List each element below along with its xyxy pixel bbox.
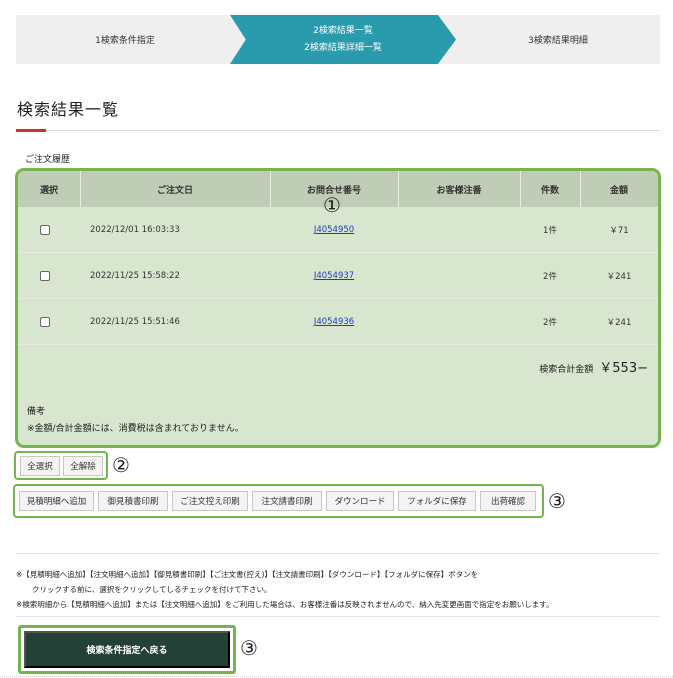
order-history-label: ご注文履歴 <box>25 155 71 165</box>
step-search-conditions: 1検索条件指定 <box>95 36 155 46</box>
table-row: 2022/11/25 15:51:46 J4054936 2件 ￥241 <box>18 299 658 345</box>
add-to-quote-button[interactable]: 見積明細へ追加 <box>19 491 94 511</box>
table-row: 2022/11/25 15:58:22 J4054937 2件 ￥241 <box>18 253 658 299</box>
amount: ￥241 <box>606 272 632 282</box>
note-line-3: ※検索明細から【見積明細へ追加】または【注文明細へ追加】をご利用した場合は、お客… <box>16 600 554 609</box>
progress-steps: 1検索条件指定 3検索結果明細 2検索結果一覧 2検索結果詳細一覧 <box>16 15 660 64</box>
print-order-confirmation-button[interactable]: 注文請書印刷 <box>252 491 322 511</box>
step2-line1: 2検索結果一覧 <box>313 25 373 36</box>
step-search-results-active: 2検索結果一覧 2検索結果詳細一覧 <box>230 15 456 64</box>
inquiry-number-link[interactable]: J4054936 <box>314 317 354 327</box>
row-select-checkbox[interactable] <box>40 317 50 327</box>
step-result-details: 3検索結果明細 <box>528 36 588 46</box>
divider <box>16 553 660 554</box>
row-select-checkbox[interactable] <box>40 225 50 235</box>
order-date: 2022/11/25 15:51:46 <box>90 317 180 327</box>
download-button[interactable]: ダウンロード <box>326 491 394 511</box>
header-customer-order-no: お客様注番 <box>436 185 482 196</box>
total-value: ￥553− <box>599 361 648 376</box>
deselect-all-button[interactable]: 全解除 <box>63 456 103 476</box>
search-total: 検索合計金額 ￥553− <box>539 357 648 376</box>
annotation-marker-2: ② <box>112 453 130 477</box>
annotation-marker-3: ③ <box>548 489 566 513</box>
step2-line2: 2検索結果詳細一覧 <box>304 42 382 53</box>
order-date: 2022/11/25 15:58:22 <box>90 271 180 281</box>
remarks: 備考 ※金額/合計金額には、消費税は含まれておりません。 <box>27 404 244 438</box>
print-quote-button[interactable]: 御見積書印刷 <box>98 491 168 511</box>
row-select-checkbox[interactable] <box>40 271 50 281</box>
header-amount: 金額 <box>609 185 628 196</box>
title-divider <box>16 130 660 131</box>
item-count: 1件 <box>543 226 557 236</box>
annotation-marker-1: ① <box>323 193 341 217</box>
back-to-search-button[interactable]: 検索条件指定へ戻る <box>24 631 230 668</box>
footer-divider <box>0 676 673 677</box>
remarks-title: 備考 <box>27 407 46 417</box>
divider <box>16 616 660 617</box>
title-accent-bar <box>16 129 46 132</box>
page-title: 検索結果一覧 <box>17 100 120 119</box>
amount: ￥241 <box>606 318 632 328</box>
back-button-highlight: 検索条件指定へ戻る <box>18 625 236 674</box>
header-order-date: ご注文日 <box>156 185 193 196</box>
note-line-2: クリックする前に、選択をクリックしてしるチェックを付けて下さい。 <box>32 585 272 594</box>
item-count: 2件 <box>543 318 557 328</box>
note-line-1: ※【見積明細へ追加】【注文明細へ追加】【御見積書印刷】【ご注文書(控え)】【注文… <box>16 570 479 579</box>
notes: ※【見積明細へ追加】【注文明細へ追加】【御見積書印刷】【ご注文書(控え)】【注文… <box>16 567 554 612</box>
header-select: 選択 <box>39 185 58 196</box>
remarks-text: ※金額/合計金額には、消費税は含まれておりません。 <box>27 424 244 434</box>
print-order-copy-button[interactable]: ご注文控え印刷 <box>172 491 248 511</box>
select-buttons-group: 全選択 全解除 <box>14 451 108 480</box>
action-buttons-group: 見積明細へ追加 御見積書印刷 ご注文控え印刷 注文請書印刷 ダウンロード フォル… <box>13 484 544 518</box>
shipping-check-button[interactable]: 出荷確認 <box>480 491 536 511</box>
inquiry-number-link[interactable]: J4054950 <box>314 225 354 235</box>
annotation-marker-4: ③ <box>240 636 258 660</box>
order-date: 2022/12/01 16:03:33 <box>90 225 180 235</box>
item-count: 2件 <box>543 272 557 282</box>
total-label: 検索合計金額 <box>539 365 594 375</box>
save-to-folder-button[interactable]: フォルダに保存 <box>398 491 476 511</box>
inquiry-number-link[interactable]: J4054937 <box>314 271 354 281</box>
amount: ￥71 <box>609 226 629 236</box>
select-all-button[interactable]: 全選択 <box>20 456 60 476</box>
header-count: 件数 <box>540 185 559 196</box>
results-table-panel: 選択 ご注文日 お問合せ番号 お客様注番 件数 金額 2022/12/01 16… <box>15 168 661 448</box>
